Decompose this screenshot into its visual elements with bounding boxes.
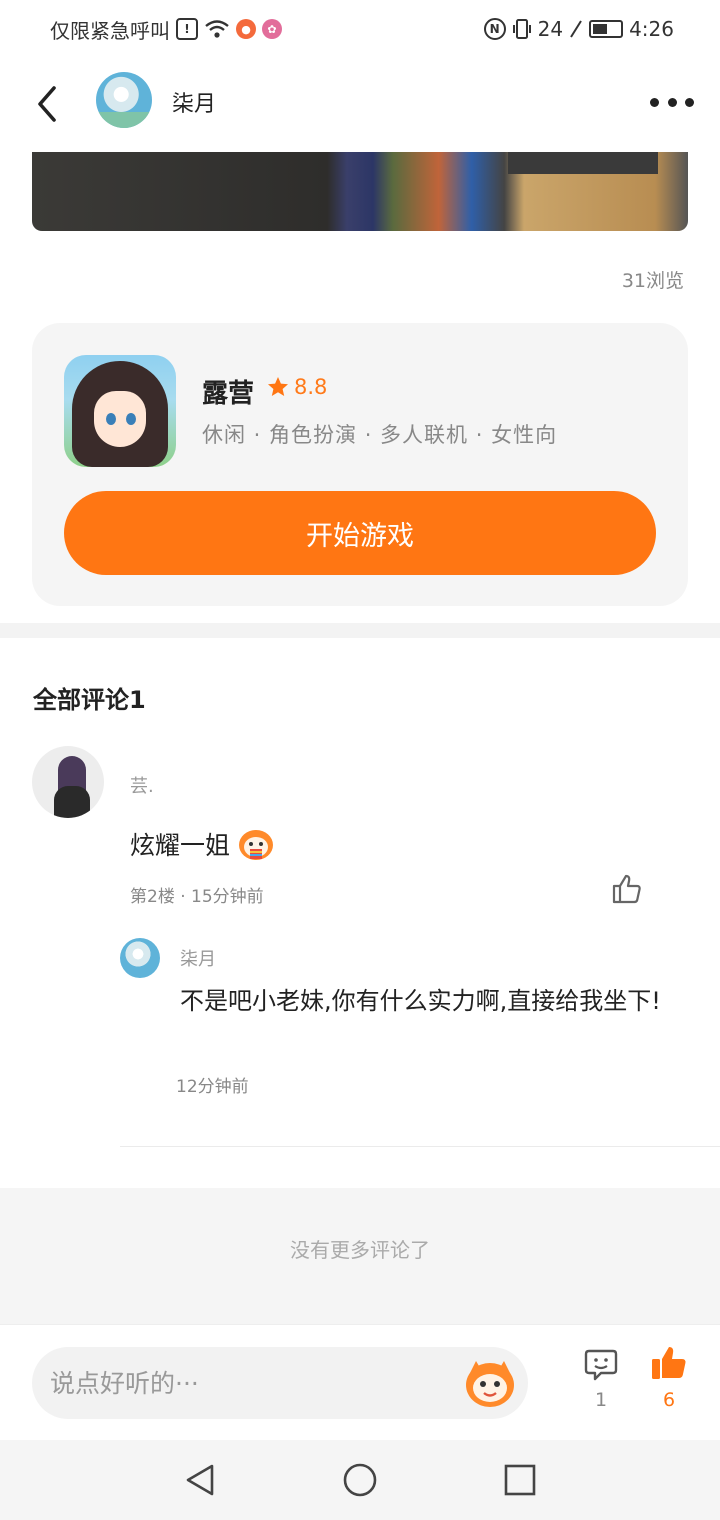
section-divider xyxy=(0,623,720,638)
game-title[interactable]: 露营 xyxy=(202,373,254,410)
back-button[interactable] xyxy=(28,82,68,126)
more-dot-icon xyxy=(650,97,659,107)
no-more-area: 没有更多评论了 xyxy=(0,1188,720,1324)
reply-avatar[interactable] xyxy=(120,938,160,978)
status-right: N 24 4:26 xyxy=(483,17,674,41)
game-tags: 休闲 · 角色扮演 · 多人联机 · 女性向 xyxy=(202,423,558,447)
like-icon[interactable] xyxy=(610,872,644,906)
wifi-icon xyxy=(205,20,229,38)
comment-meta: 第2楼 · 15分钟前 xyxy=(130,887,264,907)
top-header: 柒月 xyxy=(0,58,720,150)
reply-author-name[interactable]: 柒月 xyxy=(180,945,216,971)
game-icon[interactable] xyxy=(64,355,176,467)
star-icon xyxy=(268,377,288,396)
mascot-emoji-icon xyxy=(239,830,274,860)
vibrate-icon xyxy=(512,19,531,39)
system-nav-bar xyxy=(0,1440,720,1520)
carrier-text: 仅限紧急呼叫 xyxy=(50,18,170,43)
more-dot-icon xyxy=(667,97,677,107)
comment-text[interactable]: 炫耀一姐 xyxy=(130,826,276,862)
network-label: 24 xyxy=(537,17,564,41)
game-card: 露营 8.8 休闲 · 角色扮演 · 多人联机 · 女性向 开始游戏 xyxy=(32,323,688,606)
comment-input[interactable] xyxy=(32,1347,528,1419)
battery-icon xyxy=(589,20,624,38)
reply-meta: 12分钟前 xyxy=(176,1077,249,1097)
status-left: 仅限紧急呼叫 ! ● ✿ xyxy=(50,15,282,44)
comment-text-label: 炫耀一姐 xyxy=(130,831,231,860)
comments-title: 全部评论1 xyxy=(33,686,146,714)
nav-recent-icon[interactable] xyxy=(503,1463,537,1497)
thumbs-up-filled-icon xyxy=(652,1347,686,1379)
view-count: 31浏览 xyxy=(621,270,684,292)
comment-count: 1 xyxy=(594,1389,608,1411)
comments-button[interactable]: 1 xyxy=(578,1347,624,1423)
commenter-name[interactable]: 芸. xyxy=(130,772,154,798)
author-name[interactable]: 柒月 xyxy=(172,86,216,118)
more-options-button[interactable] xyxy=(650,92,694,112)
comment-bubble-icon xyxy=(584,1349,618,1381)
signal-icon xyxy=(570,20,582,38)
app-notification-icon: ● xyxy=(236,19,256,39)
emoji-picker-icon[interactable] xyxy=(462,1355,518,1411)
nav-back-icon[interactable] xyxy=(182,1462,218,1498)
clock: 4:26 xyxy=(629,17,674,41)
comment-bar: 1 6 xyxy=(0,1324,720,1440)
no-more-comments: 没有更多评论了 xyxy=(290,1238,430,1262)
status-bar: 仅限紧急呼叫 ! ● ✿ N 24 4:26 xyxy=(0,0,720,58)
nav-home-icon[interactable] xyxy=(342,1462,378,1498)
more-dot-icon xyxy=(685,97,694,107)
like-count: 6 xyxy=(662,1389,676,1411)
rating-value: 8.8 xyxy=(294,375,328,399)
reply-text[interactable]: 不是吧小老妹,你有什么实力啊,直接给我坐下! xyxy=(180,984,680,1018)
commenter-avatar[interactable] xyxy=(32,746,104,818)
start-game-button[interactable]: 开始游戏 xyxy=(64,491,656,575)
nfc-icon: N xyxy=(483,18,506,40)
alert-icon: ! xyxy=(176,18,198,40)
author-avatar[interactable] xyxy=(96,72,152,128)
post-image[interactable] xyxy=(32,152,688,231)
paw-notification-icon: ✿ xyxy=(262,19,282,39)
game-rating: 8.8 xyxy=(266,375,327,399)
like-button[interactable]: 6 xyxy=(646,1343,692,1423)
reply-divider xyxy=(120,1146,720,1147)
